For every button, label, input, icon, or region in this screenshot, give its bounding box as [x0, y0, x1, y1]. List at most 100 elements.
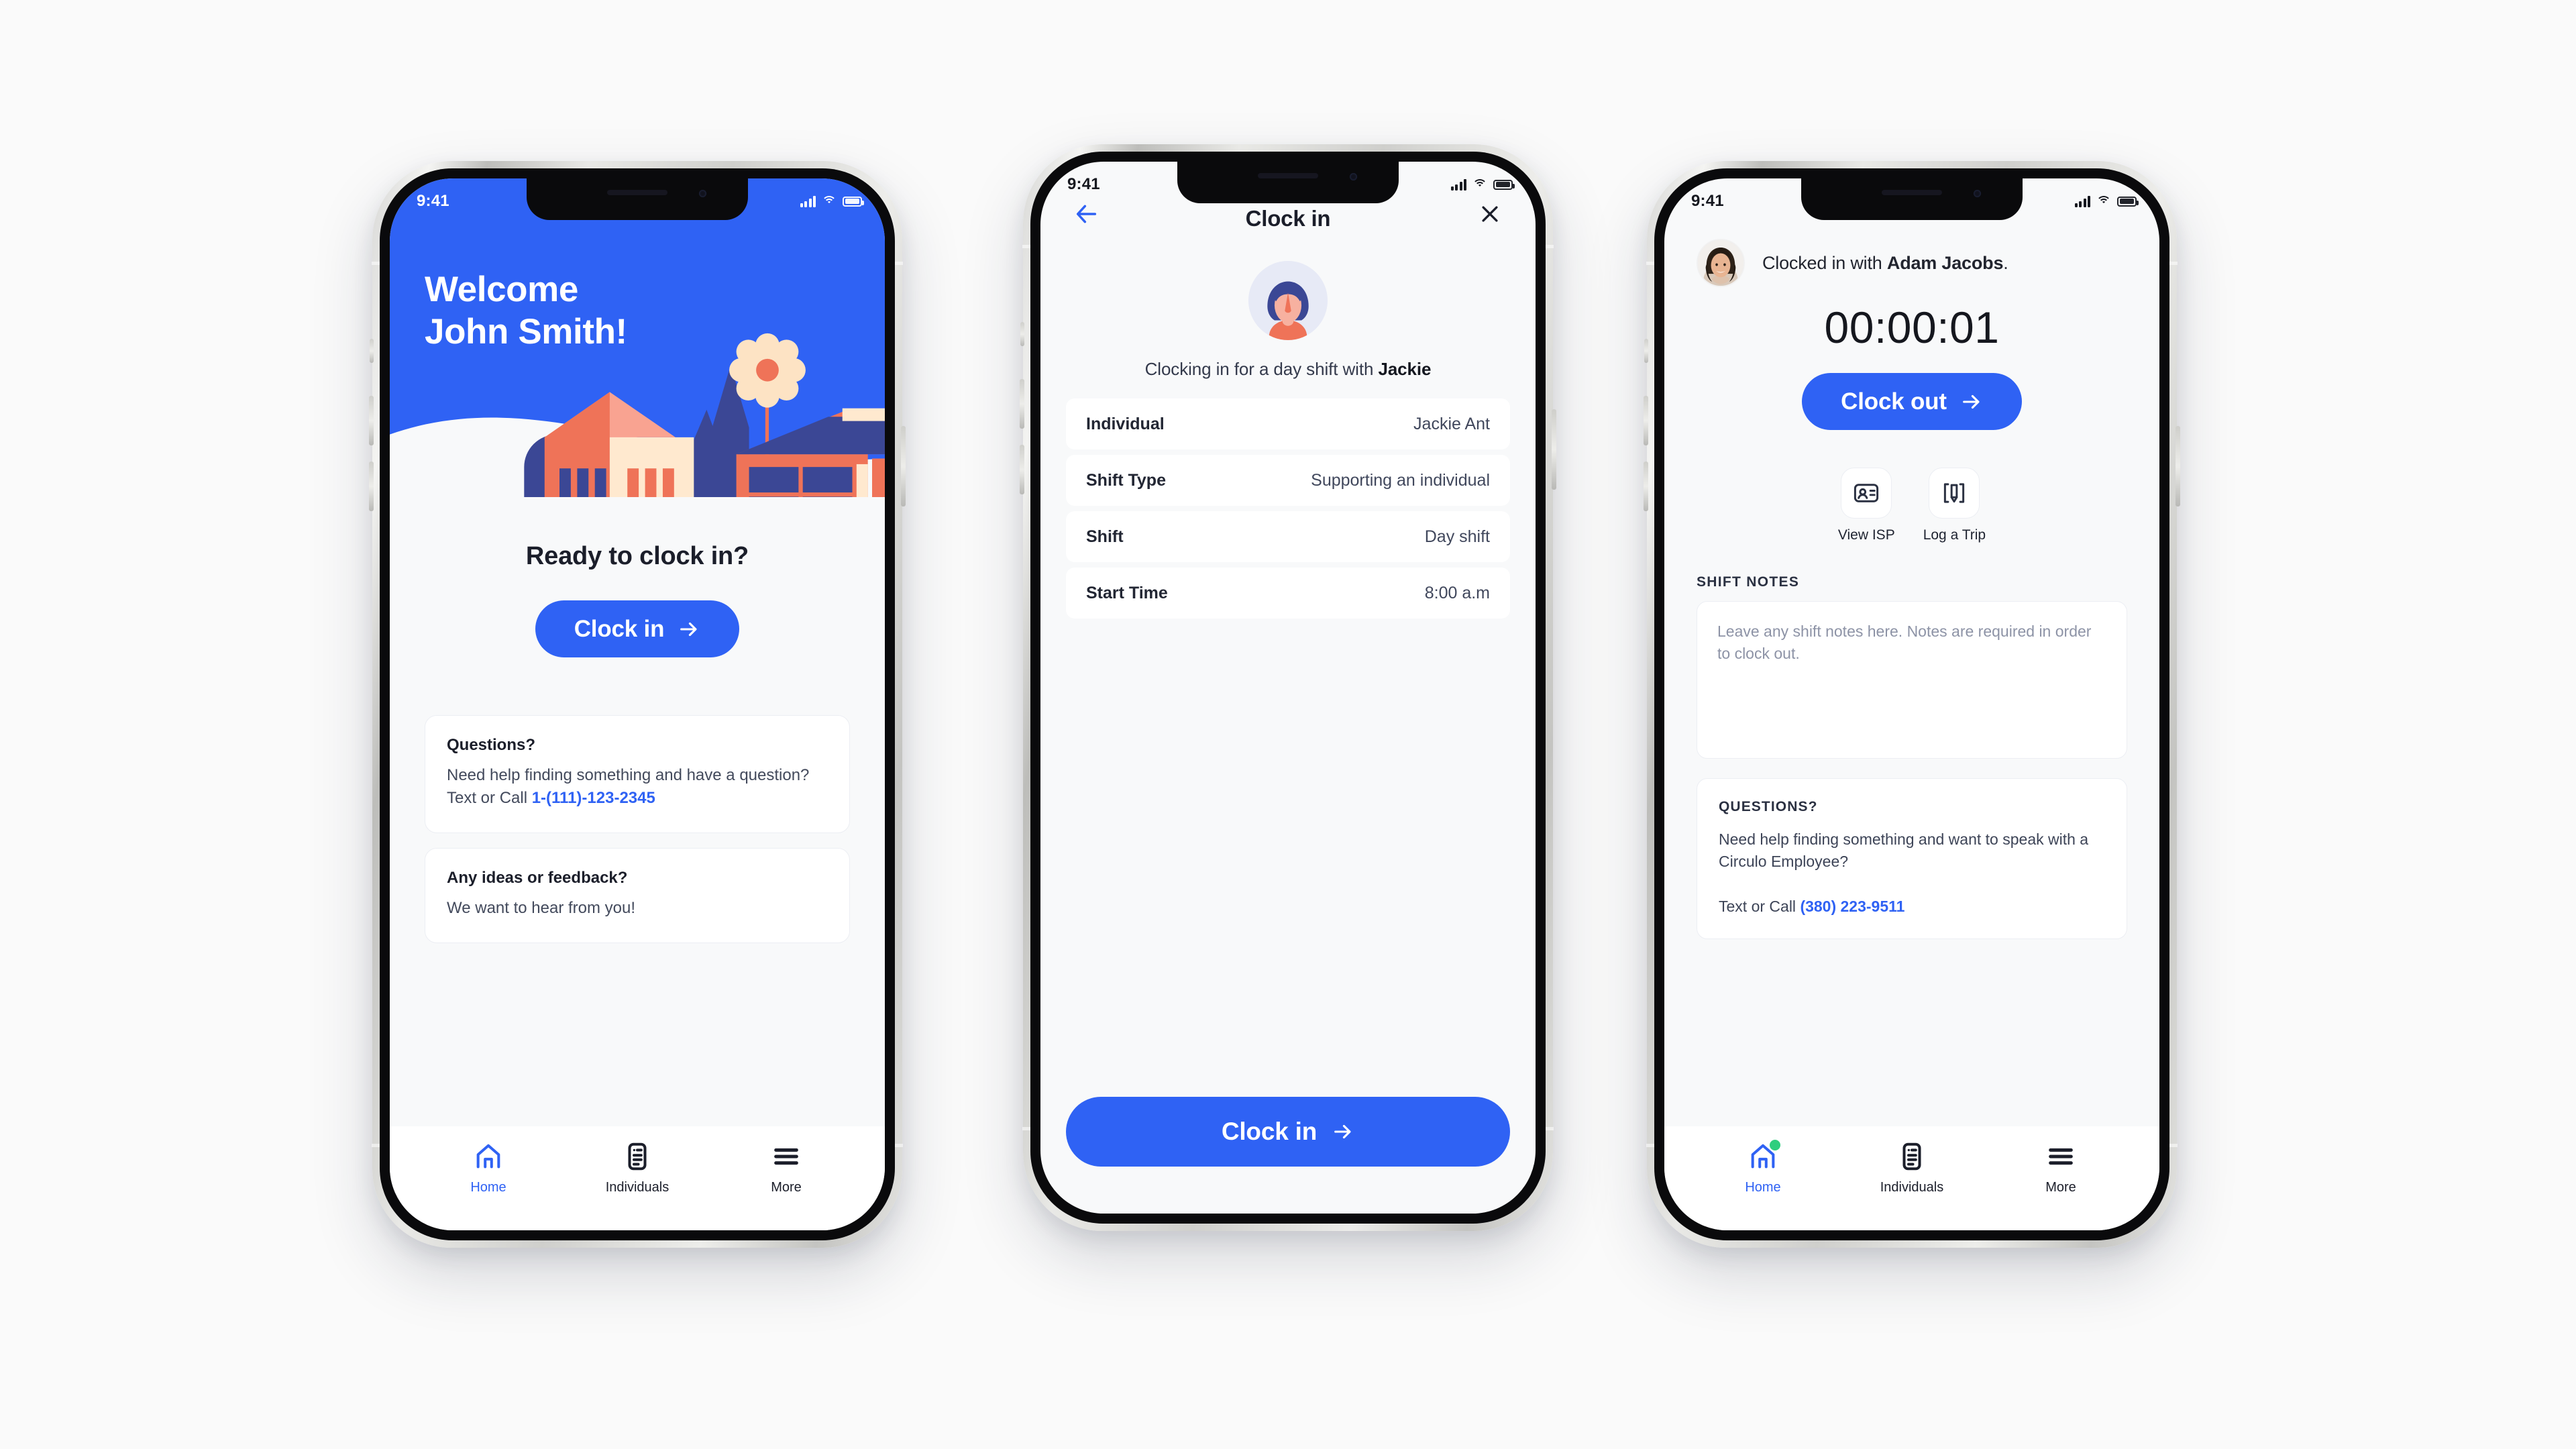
silent-switch[interactable] [370, 339, 374, 363]
volume-up-button[interactable] [1644, 396, 1648, 445]
volume-up-button[interactable] [369, 396, 374, 445]
antenna-line [2169, 262, 2178, 265]
row-value: Supporting an individual [1311, 470, 1490, 490]
close-icon [1482, 206, 1498, 222]
shift-timer: 00:00:01 [1824, 303, 2000, 352]
welcome-heading: Welcome John Smith! [425, 269, 627, 353]
clockedin-body: Clocked in with Adam Jacobs. 00:00:01 Cl… [1664, 178, 2159, 939]
power-button[interactable] [2176, 426, 2180, 506]
row-value: Day shift [1424, 527, 1490, 546]
clock-in-submit-button[interactable]: Clock in [1066, 1097, 1510, 1167]
clocked-in-prefix: Clocked in with [1762, 252, 1887, 273]
tab-individuals[interactable]: Individuals [584, 1141, 691, 1195]
earpiece-speaker [1882, 190, 1942, 195]
view-isp-action[interactable]: View ISP [1838, 468, 1895, 543]
clockin-subtitle: Clocking in for a day shift with Jackie [1040, 359, 1536, 380]
earpiece-speaker [1258, 173, 1318, 178]
phone-bezel: Clock in Clocking in for a day shift wit… [1030, 152, 1546, 1224]
clock-in-button[interactable]: Clock in [535, 600, 740, 657]
tab-more[interactable]: More [733, 1141, 840, 1195]
call-prefix: Text or Call [1719, 897, 1801, 915]
arrow-left-icon [1076, 205, 1097, 223]
questions-card: QUESTIONS? Need help finding something a… [1697, 778, 2127, 939]
front-camera [1974, 190, 1981, 197]
arrow-right-icon [680, 622, 697, 636]
hero-banner: Welcome John Smith! [390, 178, 885, 497]
clocked-in-suffix: . [2003, 252, 2008, 273]
notch [527, 178, 748, 220]
power-button[interactable] [1552, 409, 1556, 490]
tab-home[interactable]: Home [435, 1141, 542, 1195]
wifi-icon [1472, 179, 1487, 190]
clocked-in-text: Clocked in with Adam Jacobs. [1762, 253, 2008, 274]
support-phone-link[interactable]: 1-(111)-123-2345 [532, 789, 655, 807]
questions-card-title: Questions? [447, 736, 536, 754]
antenna-line [1545, 245, 1554, 248]
phone-device-home: Welcome John Smith! Ready to clock in? C… [369, 161, 906, 1248]
earpiece-speaker [607, 190, 667, 195]
questions-card-text: Need help finding something and have a q… [447, 764, 828, 810]
table-row: Individual Jackie Ant [1066, 398, 1510, 449]
page-title: Clock in [1245, 206, 1331, 231]
battery-icon [2117, 196, 2139, 207]
tab-individuals-label: Individuals [605, 1180, 669, 1195]
info-cards: Questions? Need help finding something a… [425, 715, 850, 944]
front-camera [699, 190, 706, 197]
table-row: Shift Type Supporting an individual [1066, 455, 1510, 506]
quick-actions: View ISP Log a Trip [1697, 468, 2127, 543]
silent-switch[interactable] [1020, 322, 1024, 346]
battery-icon [843, 196, 864, 207]
row-value: 8:00 a.m [1424, 583, 1490, 602]
feedback-card-text: We want to hear from you! [447, 899, 636, 918]
volume-down-button[interactable] [1644, 462, 1648, 511]
row-key: Start Time [1086, 583, 1168, 602]
welcome-line-2: John Smith! [425, 311, 627, 352]
feedback-card-title: Any ideas or feedback? [447, 869, 628, 888]
tab-more[interactable]: More [2007, 1141, 2114, 1195]
volume-up-button[interactable] [1020, 379, 1024, 429]
antenna-line [894, 262, 903, 265]
feedback-card: Any ideas or feedback? We want to hear f… [425, 848, 850, 944]
status-bar-icons [800, 195, 864, 207]
clock-out-button-label: Clock out [1841, 388, 1947, 415]
phone-bezel: Welcome John Smith! Ready to clock in? C… [380, 168, 895, 1240]
clock-in-submit-label: Clock in [1221, 1118, 1318, 1145]
view-isp-label: View ISP [1837, 527, 1895, 543]
document-list-icon [622, 1141, 653, 1172]
active-shift-badge [1770, 1140, 1780, 1150]
clock-in-button-label: Clock in [574, 615, 665, 642]
status-bar-time: 9:41 [417, 192, 449, 210]
silent-switch[interactable] [1644, 339, 1648, 363]
shift-detail-rows: Individual Jackie Ant Shift Type Support… [1040, 398, 1536, 619]
clocked-in-name: Adam Jacobs [1886, 252, 2004, 273]
hamburger-menu-icon [2045, 1141, 2076, 1172]
questions-card: Questions? Need help finding something a… [425, 715, 850, 834]
row-key: Shift Type [1086, 470, 1166, 490]
tab-individuals[interactable]: Individuals [1858, 1141, 1966, 1195]
clock-out-button[interactable]: Clock out [1802, 373, 2022, 430]
document-list-icon [1896, 1141, 1927, 1172]
tab-home[interactable]: Home [1709, 1140, 1817, 1195]
shift-notes-input[interactable] [1697, 601, 2127, 759]
clockin-subtitle-name: Jackie [1378, 359, 1432, 379]
antenna-line [2169, 1144, 2178, 1147]
volume-down-button[interactable] [1020, 445, 1024, 494]
cellular-signal-icon [1450, 178, 1466, 191]
avatar [1697, 239, 1745, 287]
power-button[interactable] [901, 426, 906, 506]
tab-more-label: More [2045, 1180, 2076, 1195]
table-row: Start Time 8:00 a.m [1066, 568, 1510, 619]
wifi-icon [2096, 196, 2111, 207]
log-trip-action[interactable]: Log a Trip [1923, 468, 1986, 543]
log-trip-label: Log a Trip [1923, 527, 1986, 543]
woman-avatar-illustration [1248, 261, 1328, 340]
status-bar-icons [1450, 178, 1515, 191]
row-key: Individual [1086, 414, 1165, 433]
volume-down-button[interactable] [369, 462, 374, 511]
row-key: Shift [1086, 527, 1124, 546]
screen-clockin: Clock in Clocking in for a day shift wit… [1040, 162, 1536, 1214]
mockup-stage: Welcome John Smith! Ready to clock in? C… [0, 0, 2576, 1449]
cellular-signal-icon [800, 195, 816, 207]
screen-home: Welcome John Smith! Ready to clock in? C… [390, 178, 885, 1230]
support-phone-link[interactable]: (380) 223-9511 [1800, 898, 1904, 915]
